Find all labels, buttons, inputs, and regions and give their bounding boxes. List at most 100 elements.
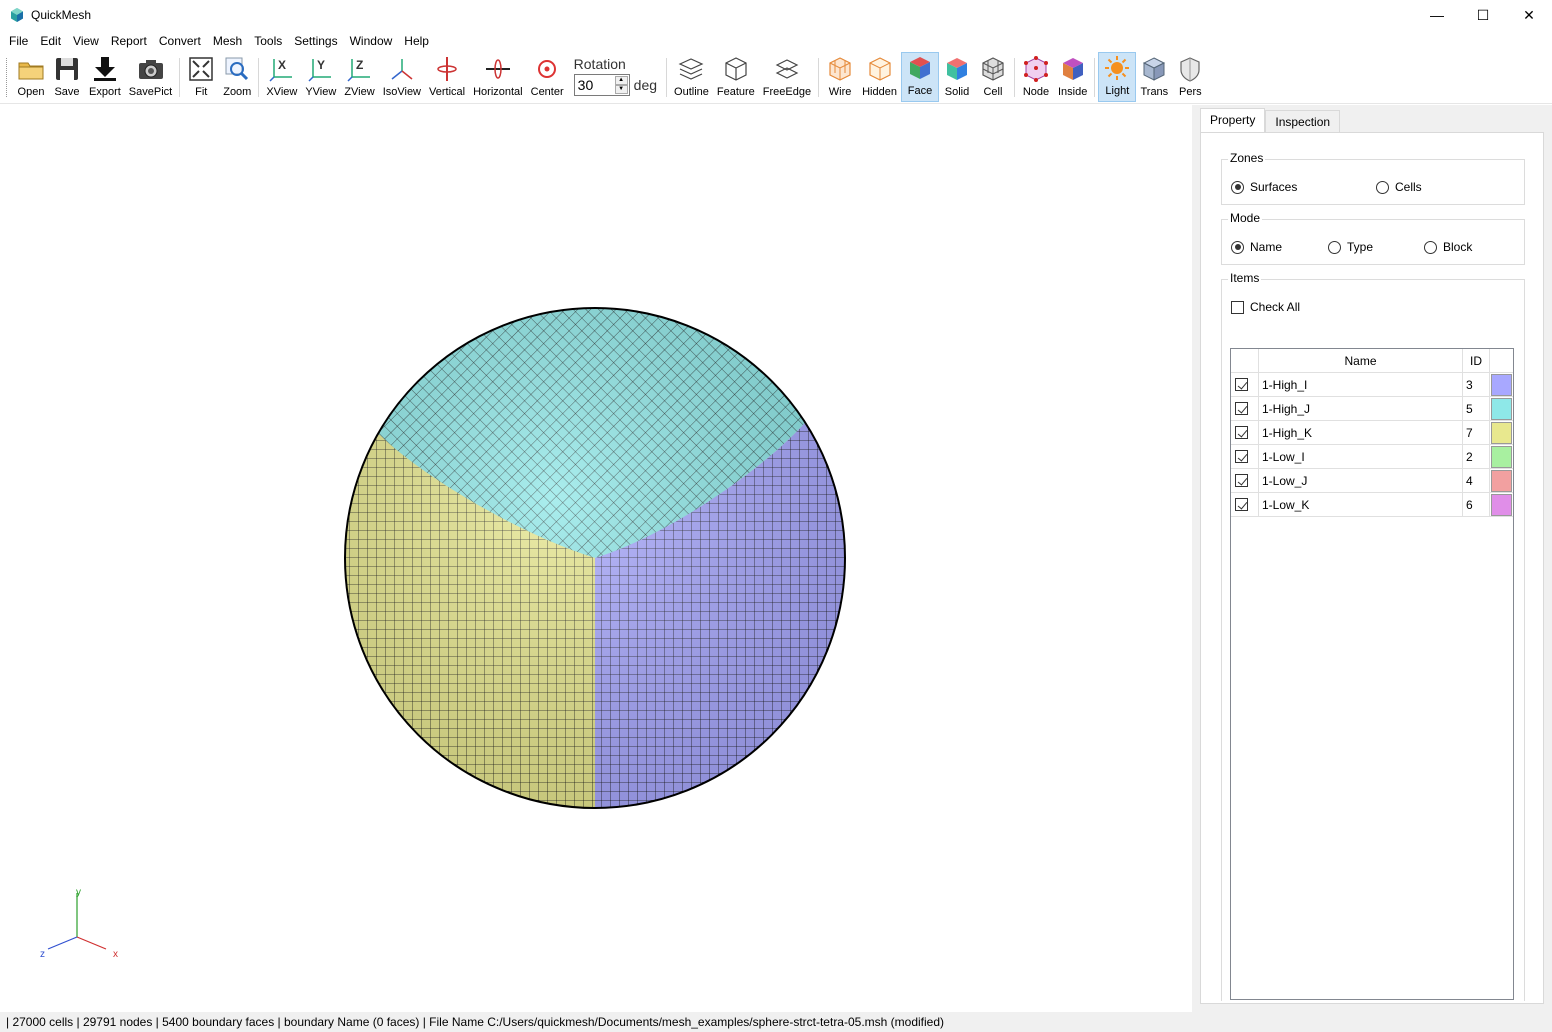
row-checkbox-cell[interactable] xyxy=(1231,444,1259,469)
menu-report[interactable]: Report xyxy=(105,30,153,52)
radio-type-circle[interactable] xyxy=(1328,240,1341,254)
row-checkbox-cell[interactable] xyxy=(1231,420,1259,445)
maximize-button[interactable]: ☐ xyxy=(1460,0,1506,30)
color-swatch[interactable] xyxy=(1491,397,1512,420)
row-checkbox[interactable] xyxy=(1235,378,1248,391)
color-swatch[interactable] xyxy=(1491,373,1512,396)
row-checkbox-cell[interactable] xyxy=(1231,468,1259,493)
savepict-button[interactable]: SavePict xyxy=(125,52,176,102)
radio-surfaces-circle[interactable] xyxy=(1231,180,1244,194)
row-color-cell[interactable] xyxy=(1490,445,1513,469)
vertical-rotate-button[interactable]: Vertical xyxy=(425,52,469,102)
rotation-label: Rotation xyxy=(573,56,626,72)
solid-button[interactable]: Solid xyxy=(939,52,975,102)
zoom-button[interactable]: Zoom xyxy=(219,52,255,102)
spin-down-icon[interactable]: ▼ xyxy=(614,85,628,94)
row-checkbox[interactable] xyxy=(1235,426,1248,439)
radio-surfaces[interactable]: Surfaces xyxy=(1231,180,1297,194)
color-swatch[interactable] xyxy=(1491,493,1512,516)
check-all[interactable]: Check All xyxy=(1231,300,1300,314)
spin-up-icon[interactable]: ▲ xyxy=(614,76,628,85)
close-button[interactable]: ✕ xyxy=(1506,0,1552,30)
xview-button[interactable]: X XView xyxy=(262,52,301,102)
table-row[interactable]: 1-Low_J 4 xyxy=(1231,468,1513,493)
menu-tools[interactable]: Tools xyxy=(248,30,288,52)
radio-block[interactable]: Block xyxy=(1424,240,1472,254)
isoview-button[interactable]: IsoView xyxy=(379,52,425,102)
wire-button[interactable]: Wire xyxy=(822,52,858,102)
radio-block-circle[interactable] xyxy=(1424,240,1437,254)
color-swatch[interactable] xyxy=(1491,445,1512,468)
save-button[interactable]: Save xyxy=(49,52,85,102)
inside-button[interactable]: Inside xyxy=(1054,52,1091,102)
header-id[interactable]: ID xyxy=(1463,349,1490,372)
radio-name[interactable]: Name xyxy=(1231,240,1282,254)
row-color-cell[interactable] xyxy=(1490,397,1513,421)
light-button[interactable]: Light xyxy=(1098,52,1137,102)
table-row[interactable]: 1-Low_I 2 xyxy=(1231,444,1513,469)
row-id: 7 xyxy=(1463,420,1490,445)
table-row[interactable]: 1-High_J 5 xyxy=(1231,396,1513,421)
row-color-cell[interactable] xyxy=(1490,421,1513,445)
row-checkbox-cell[interactable] xyxy=(1231,372,1259,397)
color-swatch[interactable] xyxy=(1491,421,1512,444)
menu-edit[interactable]: Edit xyxy=(34,30,67,52)
row-name: 1-Low_J xyxy=(1259,468,1463,493)
row-checkbox[interactable] xyxy=(1235,450,1248,463)
row-checkbox-cell[interactable] xyxy=(1231,492,1259,517)
rotation-spinbox[interactable]: ▲ ▼ xyxy=(573,74,630,96)
menu-view[interactable]: View xyxy=(67,30,105,52)
radio-type[interactable]: Type xyxy=(1328,240,1373,254)
row-checkbox[interactable] xyxy=(1235,402,1248,415)
fit-button[interactable]: Fit xyxy=(183,52,219,102)
freeedge-button[interactable]: FreeEdge xyxy=(759,52,815,102)
pers-button[interactable]: Pers xyxy=(1172,52,1208,102)
row-color-cell[interactable] xyxy=(1490,469,1513,493)
zview-button[interactable]: Z ZView xyxy=(340,52,378,102)
face-shaded-cube-icon xyxy=(909,57,930,79)
outline-button[interactable]: Outline xyxy=(670,52,713,102)
mesh-sphere[interactable] xyxy=(340,305,850,815)
row-checkbox[interactable] xyxy=(1235,498,1248,511)
menu-mesh[interactable]: Mesh xyxy=(207,30,248,52)
menu-file[interactable]: File xyxy=(3,30,34,52)
face-button[interactable]: Face xyxy=(900,52,939,102)
open-button[interactable]: Open xyxy=(13,52,49,102)
row-color-cell[interactable] xyxy=(1490,373,1513,397)
cell-button[interactable]: Cell xyxy=(975,52,1011,102)
yview-button[interactable]: Y YView xyxy=(301,52,340,102)
download-arrow-icon xyxy=(93,57,116,81)
table-row[interactable]: 1-Low_K 6 xyxy=(1231,492,1513,517)
menu-window[interactable]: Window xyxy=(344,30,399,52)
menu-help[interactable]: Help xyxy=(398,30,435,52)
menu-convert[interactable]: Convert xyxy=(153,30,207,52)
horizontal-rotate-button[interactable]: Horizontal xyxy=(469,52,527,102)
row-checkbox[interactable] xyxy=(1235,474,1248,487)
trans-button[interactable]: Trans xyxy=(1136,52,1172,102)
export-button[interactable]: Export xyxy=(85,52,125,102)
table-row[interactable]: 1-High_I 3 xyxy=(1231,372,1513,397)
rotation-input[interactable] xyxy=(574,75,613,95)
color-swatch[interactable] xyxy=(1491,469,1512,492)
check-all-box[interactable] xyxy=(1231,300,1244,314)
menu-settings[interactable]: Settings xyxy=(288,30,343,52)
hidden-button[interactable]: Hidden xyxy=(858,52,901,102)
tab-inspection[interactable]: Inspection xyxy=(1265,110,1341,133)
center-button[interactable]: Center xyxy=(527,52,568,102)
row-checkbox-cell[interactable] xyxy=(1231,396,1259,421)
node-button[interactable]: Node xyxy=(1018,52,1054,102)
tab-property[interactable]: Property xyxy=(1200,108,1266,133)
radio-cells[interactable]: Cells xyxy=(1376,180,1422,194)
hidden-line-cube-icon xyxy=(868,57,891,81)
toolbar-grip[interactable] xyxy=(6,58,9,97)
header-name[interactable]: Name xyxy=(1259,349,1463,372)
table-row[interactable]: 1-High_K 7 xyxy=(1231,420,1513,445)
radio-name-circle[interactable] xyxy=(1231,240,1244,254)
feature-button[interactable]: Feature xyxy=(713,52,759,102)
radio-cells-circle[interactable] xyxy=(1376,180,1389,194)
vertical-rotate-icon xyxy=(437,57,457,81)
3d-viewport[interactable]: y x z xyxy=(0,105,1192,1012)
minimize-button[interactable]: — xyxy=(1414,0,1460,30)
items-table: Name ID 1-High_I 3 1-High_J 5 1-High_K 7 1-Low… xyxy=(1230,348,1514,1000)
row-color-cell[interactable] xyxy=(1490,493,1513,517)
